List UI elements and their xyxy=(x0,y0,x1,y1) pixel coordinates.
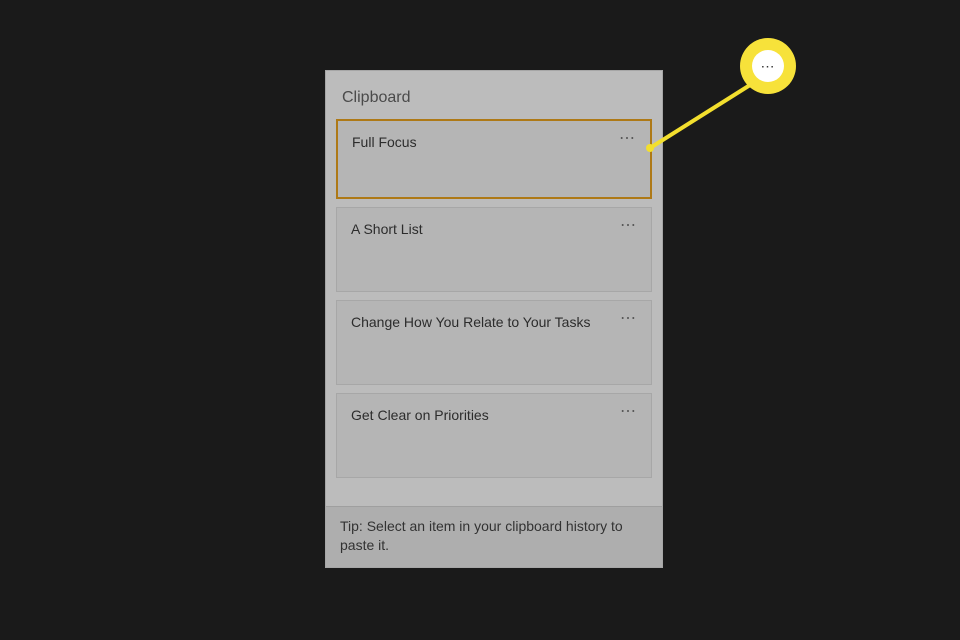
panel-title: Clipboard xyxy=(326,71,662,119)
clipboard-item-text: Change How You Relate to Your Tasks xyxy=(351,313,637,331)
ellipsis-icon[interactable]: ⋯ xyxy=(616,216,641,236)
clipboard-item-text: A Short List xyxy=(351,220,637,238)
clipboard-item[interactable]: A Short List ⋯ xyxy=(336,207,652,292)
clipboard-panel: Clipboard Full Focus ⋯ A Short List ⋯ Ch… xyxy=(325,70,663,568)
clipboard-item[interactable]: Change How You Relate to Your Tasks ⋯ xyxy=(336,300,652,385)
clipboard-item[interactable]: Get Clear on Priorities ⋯ xyxy=(336,393,652,478)
clipboard-items-list: Full Focus ⋯ A Short List ⋯ Change How Y… xyxy=(326,119,662,506)
ellipsis-icon[interactable]: ⋯ xyxy=(616,309,641,329)
ellipsis-icon[interactable]: ⋯ xyxy=(615,129,640,149)
callout-highlight: ⋯ xyxy=(740,38,796,94)
clipboard-item-text: Full Focus xyxy=(352,133,636,151)
ellipsis-icon: ⋯ xyxy=(752,50,784,82)
clipboard-item[interactable]: Full Focus ⋯ xyxy=(336,119,652,199)
clipboard-item-text: Get Clear on Priorities xyxy=(351,406,637,424)
ellipsis-icon[interactable]: ⋯ xyxy=(616,402,641,422)
tip-text: Tip: Select an item in your clipboard hi… xyxy=(326,506,662,567)
